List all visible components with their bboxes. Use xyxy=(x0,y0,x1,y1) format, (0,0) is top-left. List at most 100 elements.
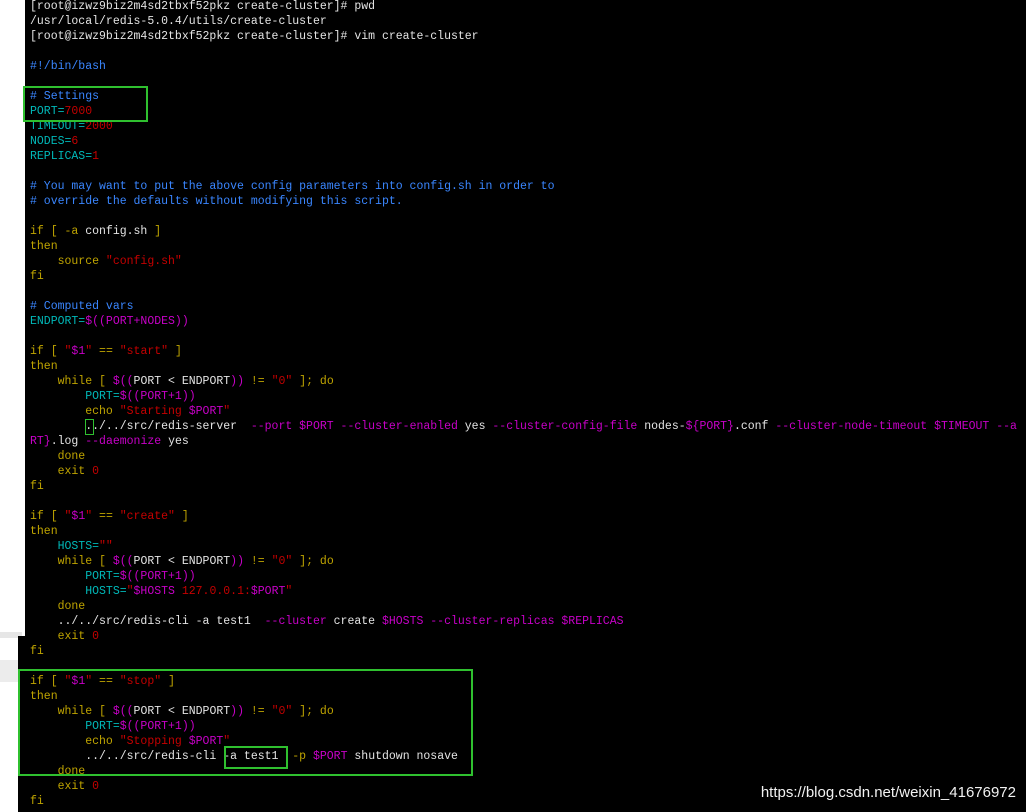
code-token: $HOSTS xyxy=(133,585,175,598)
code-token: yes xyxy=(168,435,189,448)
terminal-line: done xyxy=(30,599,86,614)
code-token: ] xyxy=(174,510,189,523)
terminal-line: [root@izwz9biz2m4sd2tbxf52pkz create-clu… xyxy=(30,0,375,14)
terminal-line: then xyxy=(30,359,58,374)
terminal-line: ../../src/redis-server --port $PORT --cl… xyxy=(30,419,1017,434)
terminal-line: # Computed vars xyxy=(30,299,134,314)
code-token: PORT < ENDPORT xyxy=(133,555,231,568)
code-token: " xyxy=(223,405,231,418)
terminal-line: then xyxy=(30,239,58,254)
code-token: [root@izwz9biz2m4sd2tbxf52pkz create-clu… xyxy=(30,0,376,13)
terminal-line: exit 0 xyxy=(30,779,99,794)
code-token: $HOSTS --cluster-replicas $REPLICAS xyxy=(381,615,624,628)
code-token: [root@izwz9biz2m4sd2tbxf52pkz create-clu… xyxy=(30,30,479,43)
code-token: 0 xyxy=(92,465,100,478)
terminal-line: exit 0 xyxy=(30,629,99,644)
terminal-line: fi xyxy=(30,644,44,659)
terminal-line: while [ $((PORT < ENDPORT)) != "0" ]; do xyxy=(30,554,334,569)
code-token: --cluster xyxy=(264,615,334,628)
code-token: " xyxy=(126,585,134,598)
terminal-line: RT}.log --daemonize yes xyxy=(30,434,189,449)
code-token: then xyxy=(30,240,58,253)
code-token: ../../src/redis-cli -a test1 xyxy=(30,615,265,628)
code-token: fi xyxy=(30,795,44,808)
code-token: --daemonize xyxy=(85,435,169,448)
code-token: $PORT xyxy=(250,585,286,598)
code-token: .conf xyxy=(733,420,776,433)
code-token: if [ xyxy=(30,510,65,523)
terminal-line: echo "Starting $PORT" xyxy=(30,404,230,419)
terminal-line: fi xyxy=(30,269,44,284)
code-token: ENDPORT= xyxy=(30,315,86,328)
terminal-line: exit 0 xyxy=(30,464,99,479)
code-token: "0" xyxy=(271,375,293,388)
code-token: "config.sh" xyxy=(105,255,182,268)
code-token: ]; do xyxy=(292,375,334,388)
code-token: HOSTS= xyxy=(30,540,100,553)
code-token: fi xyxy=(30,480,44,493)
code-token: 0 xyxy=(92,780,100,793)
terminal-line: done xyxy=(30,449,86,464)
code-token: PORT= xyxy=(30,570,120,583)
terminal-line: ENDPORT=$((PORT+NODES)) xyxy=(30,314,189,329)
terminal-line: PORT=$((PORT+1)) xyxy=(30,389,196,404)
code-token: 0 xyxy=(92,630,100,643)
code-token: exit xyxy=(30,465,93,478)
terminal-line: source "config.sh" xyxy=(30,254,182,269)
code-token: PORT < ENDPORT xyxy=(133,375,231,388)
code-token: fi xyxy=(30,645,44,658)
code-token: NODES= xyxy=(30,135,72,148)
highlight-password-box xyxy=(224,746,288,769)
terminal-line: fi xyxy=(30,794,44,809)
code-token: while [ xyxy=(30,555,113,568)
code-token: config.sh xyxy=(85,225,148,238)
terminal-line: HOSTS="$HOSTS 127.0.0.1:$PORT" xyxy=(30,584,292,599)
terminal-line: # override the defaults without modifyin… xyxy=(30,194,403,209)
watermark: https://blog.csdn.net/weixin_41676972 xyxy=(760,784,1016,801)
code-token: == xyxy=(92,345,120,358)
code-token: $1 xyxy=(71,510,86,523)
left-selected-band xyxy=(0,660,18,682)
code-token: 6 xyxy=(71,135,79,148)
code-token: echo xyxy=(30,405,120,418)
terminal-line: [root@izwz9biz2m4sd2tbxf52pkz create-clu… xyxy=(30,29,479,44)
terminal-line: # You may want to put the above config p… xyxy=(30,179,555,194)
code-token: == xyxy=(92,510,120,523)
highlight-settings-box xyxy=(23,86,148,122)
code-token: ] xyxy=(147,225,162,238)
code-token: "start" xyxy=(119,345,169,358)
code-token: $((PORT+1)) xyxy=(119,570,196,583)
code-token: --cluster-config-file xyxy=(492,420,645,433)
code-token: $((PORT+1)) xyxy=(119,390,196,403)
code-token: #!/bin/bash xyxy=(30,60,106,73)
code-token: "0" xyxy=(271,555,293,568)
terminal-line: #!/bin/bash xyxy=(30,59,106,74)
terminal-line: if [ -a config.sh ] xyxy=(30,224,161,239)
code-token: "Starting xyxy=(119,405,189,418)
terminal-line: PORT=$((PORT+1)) xyxy=(30,569,196,584)
code-token: REPLICAS= xyxy=(30,150,93,163)
code-token: $1 xyxy=(71,345,86,358)
code-token: ] xyxy=(168,345,182,358)
code-token: /usr/local/redis-5.0.4/utils/create-clus… xyxy=(30,15,327,28)
code-token: )) xyxy=(230,555,244,568)
code-token: while [ xyxy=(30,375,113,388)
code-token: yes xyxy=(464,420,493,433)
code-token: --cluster-node-timeout $TIMEOUT --a xyxy=(775,420,1017,433)
code-token: $(( xyxy=(112,375,134,388)
code-token: 127.0.0.1: xyxy=(174,585,251,598)
code-token: " xyxy=(285,585,293,598)
code-token: create xyxy=(333,615,382,628)
code-token: done xyxy=(30,600,86,613)
code-token: source xyxy=(30,255,106,268)
code-token: $PORT xyxy=(188,405,224,418)
terminal-line: if [ "$1" == "start" ] xyxy=(30,344,182,359)
terminal-line: ../../src/redis-cli -a test1 --cluster c… xyxy=(30,614,624,629)
code-token: PORT= xyxy=(30,390,120,403)
code-token: if [ xyxy=(30,345,65,358)
code-token: $((PORT+NODES)) xyxy=(85,315,189,328)
code-token: ${PORT} xyxy=(685,420,734,433)
terminal-line: REPLICAS=1 xyxy=(30,149,99,164)
code-token: ../../src/redis-server xyxy=(30,420,251,433)
code-token: # override the defaults without modifyin… xyxy=(30,195,403,208)
